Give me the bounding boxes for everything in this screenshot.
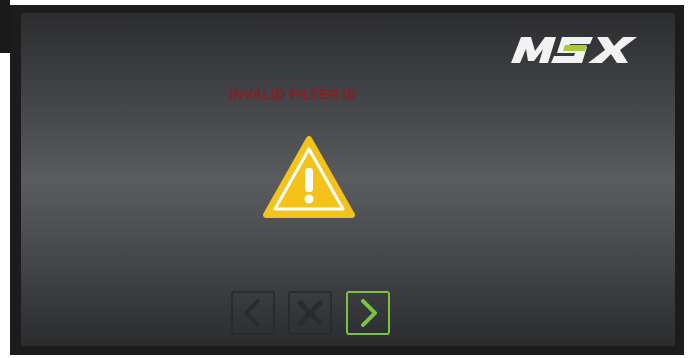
back-button[interactable] — [231, 291, 275, 335]
msx-logo — [507, 29, 653, 69]
next-button[interactable] — [346, 291, 390, 335]
chevron-left-icon — [244, 299, 260, 327]
msx-logo-graphic — [511, 37, 637, 63]
close-icon — [297, 300, 323, 326]
display-screen: INVALID FILTER ID — [21, 13, 675, 346]
chevron-right-icon — [361, 299, 377, 327]
cancel-button[interactable] — [288, 291, 332, 335]
error-message: INVALID FILTER ID — [229, 86, 358, 102]
device-edge-tab — [0, 0, 10, 53]
device-frame: INVALID FILTER ID — [0, 0, 690, 358]
warning-triangle-icon — [262, 135, 356, 221]
